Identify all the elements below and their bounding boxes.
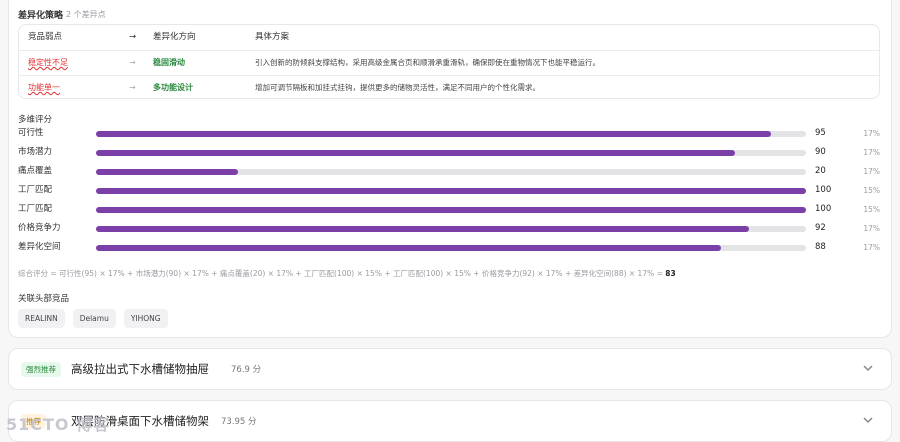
diff-direction: 多功能设计 [153, 83, 193, 92]
weak-point-link[interactable]: 功能单一 [28, 76, 60, 98]
score-bar-track [96, 131, 806, 137]
table-row: 功能单一 → 多功能设计 增加可调节隔板和加挂式挂钩，提供更多的储物灵活性，满足… [19, 75, 879, 98]
idea-accordion-1[interactable]: 强烈推荐 高级拉出式下水槽储物抽屉 76.9 分 [8, 348, 892, 390]
chevron-down-icon[interactable] [861, 361, 875, 375]
score-bar-fill [96, 226, 750, 232]
competitor-tag[interactable]: YIHONG [123, 309, 168, 328]
header-weak: 竞品弱点 [28, 32, 63, 42]
recommend-badge: 强烈推荐 [21, 362, 61, 377]
formula-text: 综合评分 = 可行性(95) × 17% + 市场潜力(90) × 17% + … [18, 269, 666, 278]
score-value: 100 [815, 204, 832, 214]
score-row: 工厂匹配 100 15% [18, 181, 880, 200]
idea-title: 双层防滑桌面下水槽储物架 [71, 414, 209, 428]
score-label: 市场潜力 [18, 147, 53, 157]
header-arrow: → [129, 32, 137, 42]
idea-score: 73.95 分 [221, 417, 257, 427]
idea-accordion-2[interactable]: 推荐 双层防滑桌面下水槽储物架 73.95 分 [8, 400, 892, 442]
score-value: 20 [815, 166, 826, 176]
diff-plan: 引入创新的防倾斜支撑结构，采用高级金属合页和顺滑承重滑轨，确保即使在重物情况下也… [255, 58, 600, 67]
header-plan: 具体方案 [255, 32, 290, 42]
score-value: 95 [815, 128, 826, 138]
score-label: 差异化空间 [18, 242, 61, 252]
diff-direction: 稳固滑动 [153, 58, 185, 67]
score-bar-track [96, 188, 806, 194]
score-bar-fill [96, 245, 721, 251]
score-row: 痛点覆盖 20 17% [18, 162, 880, 181]
score-weight: 15% [863, 205, 880, 214]
score-weight: 17% [863, 148, 880, 157]
score-row: 差异化空间 88 17% [18, 238, 880, 257]
score-formula: 综合评分 = 可行性(95) × 17% + 市场潜力(90) × 17% + … [18, 268, 676, 279]
score-bar-fill [96, 131, 771, 137]
score-label: 工厂匹配 [18, 185, 53, 195]
score-weight: 17% [863, 129, 880, 138]
diff-strategy-count: 2 个差异点 [66, 10, 106, 19]
recommend-badge: 推荐 [21, 414, 46, 429]
score-weight: 15% [863, 186, 880, 195]
diff-plan: 增加可调节隔板和加挂式挂钩，提供更多的储物灵活性，满足不同用户的个性化需求。 [255, 83, 540, 92]
total-score: 83 [665, 269, 676, 278]
weak-point-link[interactable]: 稳定性不足 [28, 51, 68, 75]
related-title: 关联头部竞品 [18, 294, 70, 304]
score-label: 价格竞争力 [18, 223, 61, 233]
diff-strategy-table: 竞品弱点 → 差异化方向 具体方案 稳定性不足 → 稳固滑动 引入创新的防倾斜支… [18, 24, 880, 99]
score-weight: 17% [863, 243, 880, 252]
score-value: 88 [815, 242, 826, 252]
idea-title: 高级拉出式下水槽储物抽屉 [71, 362, 209, 376]
score-row: 可行性 95 17% [18, 124, 880, 143]
score-bar-fill [96, 188, 806, 194]
score-row: 市场潜力 90 17% [18, 143, 880, 162]
arrow-icon: → [129, 58, 136, 67]
score-bar-track [96, 169, 806, 175]
score-bar-track [96, 207, 806, 213]
score-bar-fill [96, 169, 238, 175]
score-bar-track [96, 245, 806, 251]
score-bar-fill [96, 207, 806, 213]
score-row: 工厂匹配 100 15% [18, 200, 880, 219]
table-row: 稳定性不足 → 稳固滑动 引入创新的防倾斜支撑结构，采用高级金属合页和顺滑承重滑… [19, 50, 879, 75]
score-label: 工厂匹配 [18, 204, 53, 214]
related-tags: REALINN Delamu YIHONG [18, 309, 168, 328]
score-weight: 17% [863, 224, 880, 233]
table-header-row: 竞品弱点 → 差异化方向 具体方案 [19, 25, 879, 50]
score-bar-track [96, 226, 806, 232]
diff-strategy-title: 差异化策略 [18, 11, 64, 21]
score-value: 100 [815, 185, 832, 195]
score-weight: 17% [863, 167, 880, 176]
competitor-tag[interactable]: REALINN [18, 309, 65, 328]
score-bar-track [96, 150, 806, 156]
score-label: 可行性 [18, 128, 44, 138]
score-row: 价格竞争力 92 17% [18, 219, 880, 238]
competitor-tag[interactable]: Delamu [72, 309, 116, 328]
chevron-down-icon[interactable] [861, 413, 875, 427]
score-label: 痛点覆盖 [18, 166, 53, 176]
score-value: 92 [815, 223, 826, 233]
score-bar-fill [96, 150, 735, 156]
score-value: 90 [815, 147, 826, 157]
idea-score: 76.9 分 [231, 365, 262, 375]
header-direction: 差异化方向 [153, 32, 196, 42]
arrow-icon: → [129, 83, 136, 92]
